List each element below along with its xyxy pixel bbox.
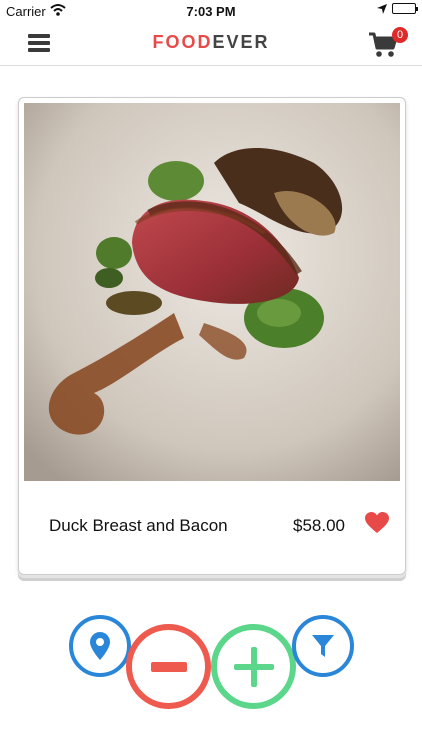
filter-button[interactable] bbox=[292, 615, 354, 677]
status-time: 7:03 PM bbox=[186, 4, 236, 19]
nav-bar: FOODEVER 0 bbox=[0, 22, 422, 66]
status-bar: Carrier 7:03 PM bbox=[0, 0, 422, 22]
location-button[interactable] bbox=[69, 615, 131, 677]
brand-part-food: FOOD bbox=[152, 32, 213, 52]
remove-button[interactable] bbox=[126, 624, 211, 709]
filter-icon bbox=[312, 635, 334, 657]
battery-icon bbox=[392, 3, 418, 14]
dish-photo bbox=[24, 103, 400, 481]
favorite-heart-icon[interactable] bbox=[365, 512, 389, 534]
location-pin-icon bbox=[90, 632, 110, 660]
brand-logo: FOODEVER bbox=[0, 32, 422, 53]
status-right bbox=[377, 3, 418, 14]
plus-icon bbox=[233, 646, 274, 687]
cart-button[interactable]: 0 bbox=[368, 27, 408, 59]
cart-count-badge: 0 bbox=[392, 27, 408, 43]
dish-price: $58.00 bbox=[293, 516, 345, 535]
minus-icon bbox=[150, 661, 187, 672]
location-arrow-icon bbox=[377, 3, 387, 14]
food-card[interactable]: Duck Breast and Bacon $58.00 bbox=[18, 97, 406, 575]
add-button[interactable] bbox=[211, 624, 296, 709]
dish-name: Duck Breast and Bacon bbox=[49, 516, 228, 535]
brand-part-ever: EVER bbox=[212, 32, 270, 52]
